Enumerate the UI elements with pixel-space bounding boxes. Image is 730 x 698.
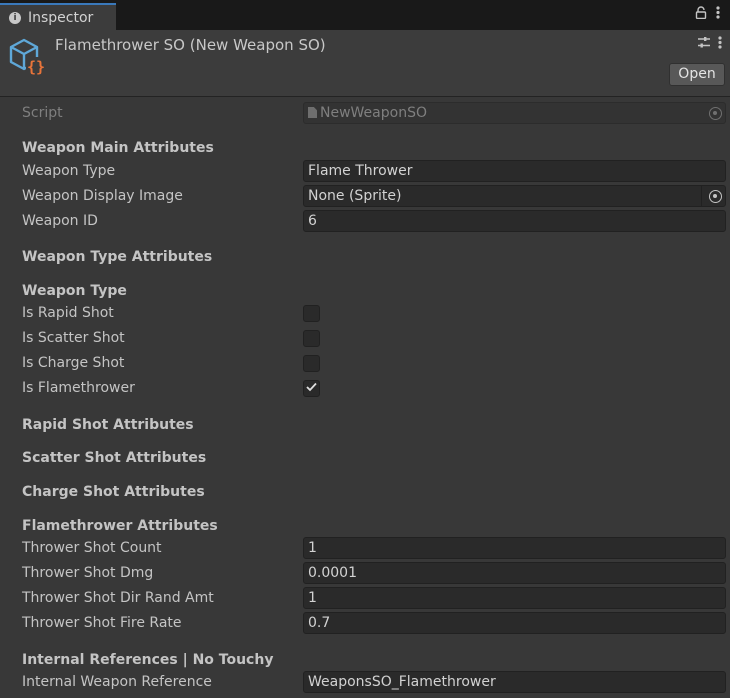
kebab-menu-icon[interactable] xyxy=(718,36,722,53)
thrower-shot-fire-rate-row: Thrower Shot Fire Rate 0.7 xyxy=(0,612,730,634)
internal-weapon-reference-row: Internal Weapon Reference WeaponsSO_Flam… xyxy=(0,671,730,693)
script-label: Script xyxy=(22,105,63,121)
is-charge-shot-label: Is Charge Shot xyxy=(22,355,125,371)
is-scatter-shot-checkbox[interactable] xyxy=(303,330,320,347)
section-header-weapon-main: Weapon Main Attributes xyxy=(22,140,214,156)
object-picker-icon[interactable] xyxy=(709,190,722,203)
thrower-shot-fire-rate-label: Thrower Shot Fire Rate xyxy=(22,615,182,631)
info-icon: i xyxy=(9,11,21,24)
weapon-display-image-field[interactable]: None (Sprite) xyxy=(303,185,726,207)
thrower-shot-fire-rate-field[interactable]: 0.7 xyxy=(303,612,726,634)
open-button[interactable]: Open xyxy=(669,63,725,86)
header-tools xyxy=(697,36,722,53)
is-flamethrower-checkbox[interactable] xyxy=(303,380,320,397)
weapon-display-image-label: Weapon Display Image xyxy=(22,188,183,204)
thrower-shot-dmg-label: Thrower Shot Dmg xyxy=(22,565,154,581)
thrower-shot-dir-rand-amt-row: Thrower Shot Dir Rand Amt 1 xyxy=(0,587,730,609)
thrower-shot-count-row: Thrower Shot Count 1 xyxy=(0,537,730,559)
is-flamethrower-label: Is Flamethrower xyxy=(22,380,135,396)
inspector-body: Script NewWeaponSO Weapon Main Attribute… xyxy=(0,98,730,698)
thrower-shot-dmg-field[interactable]: 0.0001 xyxy=(303,562,726,584)
weapon-type-row: Weapon Type Flame Thrower xyxy=(0,160,730,182)
thrower-shot-dir-rand-amt-field[interactable]: 1 xyxy=(303,587,726,609)
section-header-weapon-type-attributes: Weapon Type Attributes xyxy=(22,249,213,265)
weapon-id-row: Weapon ID 6 xyxy=(0,210,730,232)
script-field: NewWeaponSO xyxy=(303,102,726,124)
is-scatter-shot-label: Is Scatter Shot xyxy=(22,330,125,346)
object-title: Flamethrower SO (New Weapon SO) xyxy=(55,36,326,54)
section-header-flamethrower: Flamethrower Attributes xyxy=(22,518,218,534)
script-file-icon xyxy=(308,107,317,118)
is-rapid-shot-label: Is Rapid Shot xyxy=(22,305,114,321)
script-row: Script NewWeaponSO xyxy=(0,102,730,124)
is-charge-shot-checkbox[interactable] xyxy=(303,355,320,372)
scriptable-object-icon: {} xyxy=(8,38,48,78)
object-picker-icon xyxy=(709,107,722,120)
tab-label: Inspector xyxy=(28,9,94,26)
weapon-id-label: Weapon ID xyxy=(22,213,98,229)
is-rapid-shot-row: Is Rapid Shot xyxy=(0,302,730,324)
subheader-weapon-type: Weapon Type xyxy=(22,283,127,299)
section-header-scatter-shot: Scatter Shot Attributes xyxy=(22,450,207,466)
weapon-id-field[interactable]: 6 xyxy=(303,210,726,232)
svg-text:{}: {} xyxy=(27,58,45,76)
is-scatter-shot-row: Is Scatter Shot xyxy=(0,327,730,349)
internal-weapon-reference-label: Internal Weapon Reference xyxy=(22,674,212,690)
weapon-display-image-row: Weapon Display Image None (Sprite) xyxy=(0,185,730,207)
section-header-internal-references: Internal References | No Touchy xyxy=(22,652,274,668)
object-header: {} Flamethrower SO (New Weapon SO) Open xyxy=(0,30,730,97)
picker-cell[interactable] xyxy=(701,186,725,206)
script-value: NewWeaponSO xyxy=(320,105,427,121)
is-rapid-shot-checkbox[interactable] xyxy=(303,305,320,322)
weapon-display-image-value: None (Sprite) xyxy=(308,188,402,204)
section-header-charge-shot: Charge Shot Attributes xyxy=(22,484,205,500)
kebab-menu-icon[interactable] xyxy=(716,6,720,23)
internal-weapon-reference-field[interactable]: WeaponsSO_Flamethrower xyxy=(303,671,726,693)
thrower-shot-count-field[interactable]: 1 xyxy=(303,537,726,559)
tab-inspector[interactable]: i Inspector xyxy=(0,3,116,30)
weapon-type-field[interactable]: Flame Thrower xyxy=(303,160,726,182)
is-charge-shot-row: Is Charge Shot xyxy=(0,352,730,374)
tab-tools xyxy=(695,6,720,23)
thrower-shot-dir-rand-amt-label: Thrower Shot Dir Rand Amt xyxy=(22,590,214,606)
weapon-type-label: Weapon Type xyxy=(22,163,116,179)
preset-settings-icon[interactable] xyxy=(697,36,711,53)
lock-icon[interactable] xyxy=(695,6,707,23)
tab-bar: i Inspector xyxy=(0,0,730,30)
section-header-rapid-shot: Rapid Shot Attributes xyxy=(22,417,194,433)
checkmark-icon xyxy=(306,382,317,392)
is-flamethrower-row: Is Flamethrower xyxy=(0,377,730,399)
thrower-shot-count-label: Thrower Shot Count xyxy=(22,540,162,556)
thrower-shot-dmg-row: Thrower Shot Dmg 0.0001 xyxy=(0,562,730,584)
